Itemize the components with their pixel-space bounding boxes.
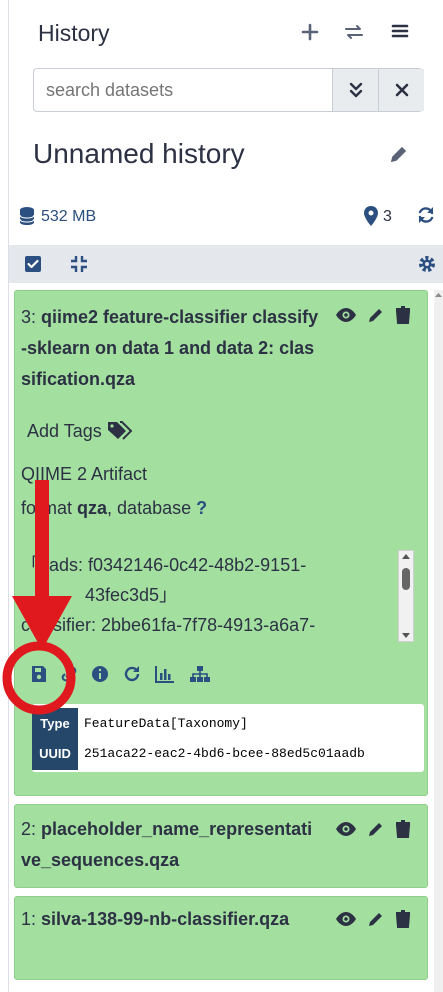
panel-header: History xyxy=(9,0,443,64)
database-value-link[interactable]: ? xyxy=(196,498,207,518)
eye-icon[interactable] xyxy=(335,910,357,933)
rerun-icon[interactable] xyxy=(123,665,141,689)
dataset-title[interactable]: 3: qiime2 feature-classifier classify-sk… xyxy=(21,302,321,395)
dataset-name: placeholder_name_representative_sequence… xyxy=(21,819,313,870)
peek-line: 43fec3d5」 xyxy=(85,585,178,605)
history-name: Unnamed history xyxy=(33,138,245,169)
trash-icon[interactable] xyxy=(395,910,411,933)
dataset-name: silva-138-99-nb-classifier.qza xyxy=(41,909,290,929)
left-edge xyxy=(0,0,9,992)
dataset-map-icon[interactable] xyxy=(189,665,211,689)
meta-uuid-key: UUID xyxy=(32,738,78,770)
link-icon[interactable] xyxy=(61,665,77,689)
trash-icon[interactable] xyxy=(395,306,411,329)
collapse-all-icon[interactable] xyxy=(70,255,88,278)
peek-line: classifier: 2bbe61fa-7f78-4913-a6a7- xyxy=(21,615,316,635)
close-icon xyxy=(395,83,408,97)
dataset-actions xyxy=(335,910,435,933)
settings-gear-icon[interactable] xyxy=(417,254,437,279)
select-all-checkbox-icon[interactable] xyxy=(24,255,42,278)
list-scrollbar[interactable] xyxy=(434,290,443,992)
meta-type-key: Type xyxy=(32,708,78,740)
save-icon[interactable] xyxy=(31,665,47,689)
database-label: , database xyxy=(107,498,192,518)
peek-line: 「eads: f0342146-0c42-48b2-9151- xyxy=(21,555,307,575)
dataset-hid: 2: xyxy=(21,819,37,839)
double-chevron-down-icon xyxy=(349,82,362,98)
eye-icon[interactable] xyxy=(335,306,357,329)
edit-history-icon[interactable] xyxy=(389,144,409,170)
dataset-hid: 1: xyxy=(21,909,37,929)
meta-uuid-value: 251aca22-eac2-4bd6-bcee-88ed5c01aadb xyxy=(84,746,365,761)
format-label: format xyxy=(21,498,73,518)
search-input[interactable] xyxy=(34,69,330,111)
pencil-icon[interactable] xyxy=(367,820,385,843)
visualize-chart-icon[interactable] xyxy=(155,665,175,689)
dataset-peek: 「eads: f0342146-0c42-48b2-9151- 43fec3d5… xyxy=(21,550,411,642)
format-value: qza xyxy=(77,498,108,518)
list-toolbar xyxy=(9,245,443,283)
refresh-icon[interactable] xyxy=(416,205,436,230)
add-tags-button[interactable]: Add Tags xyxy=(27,420,135,442)
dataset-title[interactable]: 1: silva-138-99-nb-classifier.qza xyxy=(21,904,321,935)
tags-icon xyxy=(107,421,135,441)
panel-title: History xyxy=(38,20,110,46)
trash-icon[interactable] xyxy=(395,820,411,843)
dataset-action-icons xyxy=(31,665,211,689)
switch-history-icon[interactable] xyxy=(343,22,365,44)
shown-count[interactable]: 3 xyxy=(383,208,392,226)
advanced-search-button[interactable] xyxy=(332,69,378,111)
menu-icon[interactable] xyxy=(389,22,411,44)
format-line: format qza, database ? xyxy=(21,498,207,519)
history-size[interactable]: 532 MB xyxy=(41,208,96,226)
pencil-icon[interactable] xyxy=(367,910,385,933)
history-panel: History Unnamed history 532 MB 3 xyxy=(9,0,443,992)
dataset-name: qiime2 feature-classifier classify-sklea… xyxy=(21,307,319,389)
pencil-icon[interactable] xyxy=(367,306,385,329)
database-icon xyxy=(19,206,35,231)
clear-search-button[interactable] xyxy=(378,69,424,111)
search-box xyxy=(33,68,424,112)
map-marker-icon xyxy=(364,206,378,231)
plus-icon[interactable] xyxy=(299,22,321,44)
dataset-title[interactable]: 2: placeholder_name_representative_seque… xyxy=(21,814,321,876)
dataset-metadata-table: Type FeatureData[Taxonomy] UUID 251aca22… xyxy=(32,704,424,772)
dataset-hid: 3: xyxy=(21,307,37,327)
dataset-actions xyxy=(335,820,435,843)
peek-scrollbar[interactable] xyxy=(398,550,414,642)
eye-icon[interactable] xyxy=(335,820,357,843)
add-tags-label: Add Tags xyxy=(27,421,102,441)
history-size-row: 532 MB 3 xyxy=(19,204,439,232)
info-icon[interactable] xyxy=(91,665,109,689)
artifact-info: QIIME 2 Artifact xyxy=(21,464,148,484)
meta-type-value: FeatureData[Taxonomy] xyxy=(84,716,248,731)
dataset-actions xyxy=(335,306,435,329)
